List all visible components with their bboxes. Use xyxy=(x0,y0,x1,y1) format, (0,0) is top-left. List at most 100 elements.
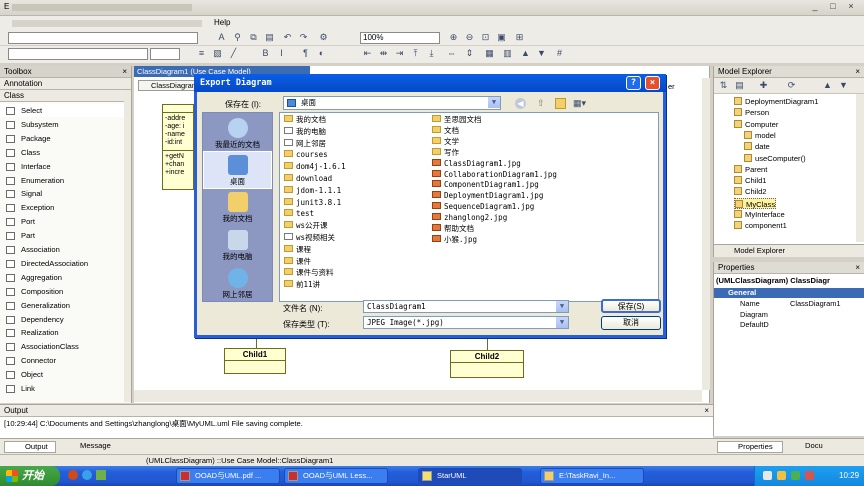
file-item[interactable]: 小猴.jpg xyxy=(432,234,477,245)
close-icon[interactable]: × xyxy=(122,66,127,78)
align-right-icon[interactable]: ⇥ xyxy=(394,48,405,59)
tray-shield-icon[interactable] xyxy=(791,471,800,480)
file-item[interactable]: courses xyxy=(284,150,328,160)
toolbox-item[interactable]: Link xyxy=(0,382,131,395)
toolbox-item[interactable]: Composition xyxy=(0,285,131,298)
redo-icon[interactable]: ↷ xyxy=(298,32,309,43)
color-icon[interactable]: ◐ xyxy=(316,48,327,59)
class-box-child2[interactable]: Child2 xyxy=(450,350,524,378)
tray-volume-icon[interactable] xyxy=(777,471,786,480)
place-recent[interactable]: 我最近的文档 xyxy=(203,115,272,153)
file-item[interactable]: 前11讲 xyxy=(284,280,320,290)
settings-icon[interactable]: ⚙ xyxy=(318,32,329,43)
explorer-tree-node[interactable]: model xyxy=(744,130,776,141)
size-combo[interactable] xyxy=(150,48,180,60)
find-icon[interactable]: ⚲ xyxy=(232,32,243,43)
place-mycomputer[interactable]: 我的电脑 xyxy=(203,227,272,265)
diagram-v-scrollbar[interactable] xyxy=(702,78,710,390)
toolbox-item[interactable]: Class xyxy=(0,146,131,159)
move-down-icon[interactable]: ▼ xyxy=(838,80,849,91)
toolbox-item[interactable]: Exception xyxy=(0,201,131,214)
explorer-scrollbar[interactable] xyxy=(856,94,864,242)
help-button[interactable]: ? xyxy=(626,76,641,90)
align-left-icon[interactable]: ⇤ xyxy=(362,48,373,59)
bold-icon[interactable]: B xyxy=(260,48,271,59)
back-icon[interactable]: ◀ xyxy=(515,98,526,109)
file-item[interactable]: 我的文档 xyxy=(284,115,326,125)
file-item[interactable]: 写作 xyxy=(432,147,459,158)
task-pdf[interactable]: OOAD与UML.pdf ... xyxy=(176,468,280,484)
file-item[interactable]: download xyxy=(284,174,332,184)
paste-icon[interactable]: ▤ xyxy=(264,32,275,43)
distribute-icon[interactable]: ⇔ xyxy=(446,48,457,59)
file-item[interactable]: 课件 xyxy=(284,256,311,267)
file-item[interactable]: SequenceDiagram1.jpg xyxy=(432,202,534,212)
file-item[interactable]: 文学 xyxy=(432,136,459,147)
place-mydocs[interactable]: 我的文档 xyxy=(203,189,272,227)
class-box-child1[interactable]: Child1 xyxy=(224,348,286,374)
line-icon[interactable]: ╱ xyxy=(228,48,239,59)
maximize-button[interactable]: □ xyxy=(826,1,840,13)
filter-icon[interactable]: ▤ xyxy=(734,80,745,91)
tab-docu[interactable]: Docu xyxy=(789,441,849,453)
explorer-tree-node[interactable]: useComputer() xyxy=(744,153,806,164)
format-icon[interactable]: ¶ xyxy=(300,48,311,59)
cancel-button[interactable]: 取消 xyxy=(601,316,661,330)
toolbox-item[interactable]: Select xyxy=(0,104,131,117)
save-in-select[interactable]: 桌面 ▼ xyxy=(283,96,501,110)
layout-icon[interactable]: ⊞ xyxy=(514,32,525,43)
toolbox-item[interactable]: Port xyxy=(0,215,131,228)
back-icon[interactable]: ▼ xyxy=(536,48,547,59)
view-menu-icon[interactable]: ▦▾ xyxy=(573,98,589,109)
file-item[interactable]: 圣思园文档 xyxy=(432,115,482,125)
distribute-v-icon[interactable]: ⇕ xyxy=(464,48,475,59)
close-icon[interactable]: × xyxy=(855,262,860,274)
property-row[interactable]: Diagram xyxy=(714,310,864,320)
zoom-in-icon[interactable]: ⊕ xyxy=(448,32,459,43)
toolbox-item[interactable]: Signal xyxy=(0,187,131,200)
toolbox-scrollbar[interactable] xyxy=(124,90,131,402)
start-button[interactable]: 开始 xyxy=(0,466,60,486)
toolbox-item[interactable]: Dependency xyxy=(0,313,131,326)
file-item[interactable]: 文档 xyxy=(432,125,459,136)
toolbox-item[interactable]: Connector xyxy=(0,354,131,367)
diagram-h-scrollbar[interactable] xyxy=(134,390,702,402)
up-folder-icon[interactable]: ⇧ xyxy=(537,98,548,109)
add-element-icon[interactable]: ✚ xyxy=(758,80,769,91)
quicklaunch-desktop-icon[interactable] xyxy=(96,470,106,480)
front-icon[interactable]: ▲ xyxy=(520,48,531,59)
tray-app-icon[interactable] xyxy=(805,471,814,480)
toolbox-item[interactable]: Package xyxy=(0,132,131,145)
toolbox-item[interactable]: DirectedAssociation xyxy=(0,257,131,270)
file-item[interactable]: ws公开课 xyxy=(284,221,328,231)
zoom-fit-icon[interactable]: ⊡ xyxy=(480,32,491,43)
toolbox-item[interactable]: Object xyxy=(0,368,131,381)
quicklaunch-ie-icon[interactable] xyxy=(82,470,92,480)
file-item[interactable]: 课件与资料 xyxy=(284,268,334,278)
ungroup-icon[interactable]: ▥ xyxy=(502,48,513,59)
file-item[interactable]: CollaborationDiagram1.jpg xyxy=(432,169,557,180)
move-up-icon[interactable]: ▲ xyxy=(822,80,833,91)
file-item[interactable]: 我的电脑 xyxy=(284,126,326,137)
explorer-tree-node[interactable]: Parent xyxy=(734,164,767,175)
align-icon[interactable]: ≡ xyxy=(196,48,207,59)
toolbox-item[interactable]: Part xyxy=(0,229,131,242)
explorer-tree-node[interactable]: component1 xyxy=(734,220,787,231)
toolbox-group-class[interactable]: Class xyxy=(0,90,131,102)
toolbox-item[interactable]: Generalization xyxy=(0,299,131,312)
dialog-close-button[interactable]: × xyxy=(645,76,660,90)
explorer-tree-node[interactable]: MyClass xyxy=(734,197,777,209)
toolbox-item[interactable]: Enumeration xyxy=(0,174,131,187)
tab-output[interactable]: Output xyxy=(4,441,56,453)
tab-properties[interactable]: Properties xyxy=(717,441,783,453)
explorer-tree-node[interactable]: date xyxy=(744,141,770,152)
properties-group-general[interactable]: General xyxy=(714,288,864,298)
class-box-myclass[interactable]: -addre -age: i -name -id:int +getN +chan… xyxy=(162,104,194,190)
file-item[interactable]: jdom-1.1.1 xyxy=(284,185,341,196)
filetype-select[interactable]: JPEG Image(*.jpg) ▼ xyxy=(363,316,569,329)
close-icon[interactable]: × xyxy=(855,66,860,78)
property-row[interactable]: DefaultD xyxy=(714,320,864,330)
file-item[interactable]: 课程 xyxy=(284,244,311,255)
explorer-tree-node[interactable]: Computer xyxy=(734,119,778,130)
toolbox-item[interactable]: Realization xyxy=(0,326,131,339)
